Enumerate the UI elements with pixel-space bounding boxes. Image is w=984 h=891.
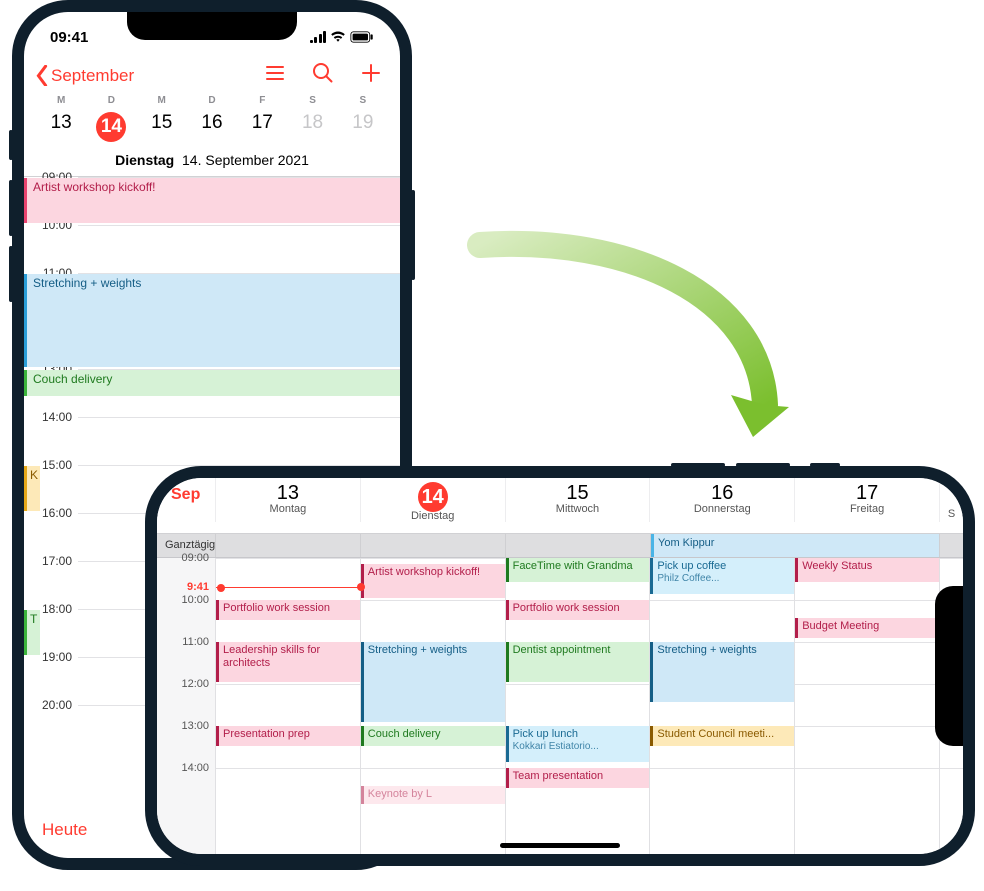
calendar-event[interactable]: Portfolio work session <box>216 600 360 620</box>
calendar-event[interactable]: T <box>24 610 40 655</box>
week-day-letters: MDMDFSS <box>36 95 388 106</box>
day-column[interactable]: Portfolio work session Leadership skills … <box>215 558 360 854</box>
volume-button <box>671 463 725 467</box>
search-icon <box>312 62 334 84</box>
status-right <box>310 31 375 43</box>
cellular-icon <box>310 31 327 43</box>
week-day[interactable]: 17 <box>237 108 287 146</box>
chevron-left-icon <box>36 65 48 87</box>
week-day-numbers: 13141516171819 <box>36 108 388 146</box>
side-button <box>810 463 840 467</box>
calendar-event[interactable]: Artist workshop kickoff! <box>24 178 400 223</box>
calendar-event[interactable]: Portfolio work session <box>506 600 650 620</box>
calendar-event[interactable]: Pick up coffeePhilz Coffee... <box>650 558 794 594</box>
allday-col-sat <box>939 534 963 557</box>
week-day[interactable]: 14 <box>86 108 136 146</box>
hour-grid-landscape[interactable]: 09:0010:0011:0012:0013:0014:009:41 Portf… <box>157 558 963 854</box>
day-header[interactable]: 17Freitag <box>794 478 939 522</box>
volume-button <box>736 463 790 467</box>
week-day[interactable]: 16 <box>187 108 237 146</box>
calendar-header: September <box>24 62 400 95</box>
calendar-event[interactable]: Presentation prep <box>216 726 360 746</box>
calendar-event[interactable]: Student Council meeti... <box>650 726 794 746</box>
volume-down-button <box>9 246 13 302</box>
back-label: September <box>51 66 134 86</box>
day-column[interactable]: FaceTime with Grandma Portfolio work sess… <box>505 558 650 854</box>
calendar-event[interactable]: Stretching + weights <box>361 642 505 722</box>
calendar-event[interactable]: FaceTime with Grandma <box>506 558 650 582</box>
day-header[interactable]: 13Montag <box>215 478 360 522</box>
allday-col-wed <box>505 534 650 557</box>
week-day[interactable]: 13 <box>36 108 86 146</box>
calendar-event[interactable]: Couch delivery <box>24 370 400 396</box>
calendar-event[interactable]: Dentist appointment <box>506 642 650 682</box>
selected-date-line: Dienstag 14. September 2021 <box>36 146 388 176</box>
calendar-event[interactable]: Stretching + weights <box>650 642 794 702</box>
power-button <box>411 190 415 280</box>
day-column[interactable]: Weekly Status Budget Meeting <box>794 558 939 854</box>
calendar-event[interactable]: K <box>24 466 40 511</box>
battery-icon <box>350 31 374 43</box>
allday-col-thu-fri: Yom Kippur <box>650 534 939 557</box>
phone-landscape-device: Sep 13Montag14Dienstag15Mittwoch16Donner… <box>145 466 975 866</box>
landscape-header: Sep 13Montag14Dienstag15Mittwoch16Donner… <box>157 478 963 534</box>
calendar-event[interactable]: Stretching + weights <box>24 274 400 367</box>
day-column[interactable]: Artist workshop kickoff! Stretching + wei… <box>360 558 505 854</box>
plus-icon <box>360 62 382 84</box>
week-day[interactable]: 19 <box>338 108 388 146</box>
allday-col-tue <box>360 534 505 557</box>
landscape-screen: Sep 13Montag14Dienstag15Mittwoch16Donner… <box>157 478 963 854</box>
calendar-event[interactable]: Pick up lunchKokkari Estiatorio... <box>506 726 650 762</box>
calendar-event[interactable]: Couch delivery <box>361 726 505 746</box>
add-event-button[interactable] <box>360 62 382 89</box>
wifi-icon <box>330 31 346 42</box>
current-time-dot <box>357 583 365 591</box>
all-day-row: Ganztägig Yom Kippur <box>157 534 963 558</box>
list-view-button[interactable] <box>264 62 286 89</box>
side-button <box>9 130 13 160</box>
rotation-arrow-icon <box>430 225 800 475</box>
day-header[interactable]: 16Donnerstag <box>649 478 794 522</box>
day-header[interactable]: 14Dienstag <box>360 478 505 522</box>
week-strip: MDMDFSS 13141516171819 Dienstag 14. Sept… <box>24 95 400 176</box>
notch <box>127 12 297 40</box>
day-header[interactable]: 15Mittwoch <box>505 478 650 522</box>
calendar-event[interactable]: Weekly Status <box>795 558 939 582</box>
day-column[interactable]: Pick up coffeePhilz Coffee... Stretching … <box>649 558 794 854</box>
list-icon <box>264 62 286 84</box>
week-day[interactable]: 18 <box>287 108 337 146</box>
allday-col-mon <box>215 534 360 557</box>
search-button[interactable] <box>312 62 334 89</box>
home-indicator[interactable] <box>500 843 620 848</box>
volume-up-button <box>9 180 13 236</box>
calendar-event[interactable]: Artist workshop kickoff! <box>361 564 505 598</box>
calendar-event[interactable]: Leadership skills for architects <box>216 642 360 682</box>
week-day[interactable]: 15 <box>137 108 187 146</box>
status-time: 09:41 <box>50 29 88 46</box>
allday-event-yom-kippur[interactable]: Yom Kippur <box>651 534 939 557</box>
current-time-label: 9:41 <box>187 581 209 593</box>
calendar-event[interactable]: Team presentation <box>506 768 650 788</box>
calendar-event[interactable]: Keynote by L <box>361 786 505 804</box>
calendar-event[interactable]: Budget Meeting <box>795 618 939 638</box>
back-button[interactable]: September <box>36 65 134 87</box>
today-button[interactable]: Heute <box>42 820 87 840</box>
notch <box>935 586 963 746</box>
